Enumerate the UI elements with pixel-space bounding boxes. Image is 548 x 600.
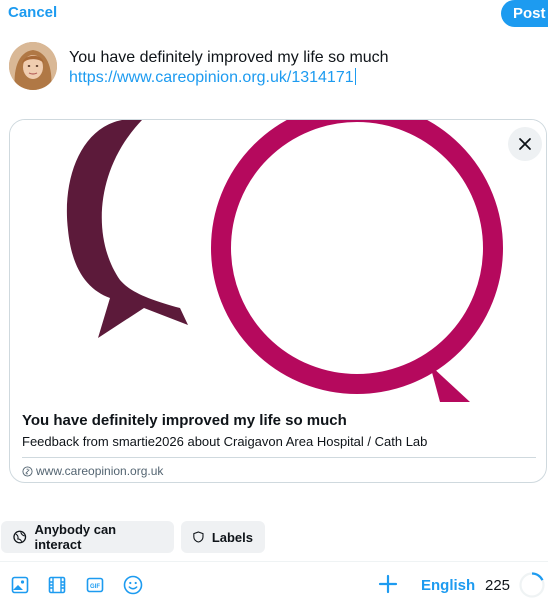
video-icon — [48, 576, 66, 594]
character-count: 225 — [485, 577, 511, 594]
card-domain: www.careopinion.org.uk — [22, 464, 536, 478]
language-selector[interactable]: English — [421, 577, 475, 594]
card-image — [10, 120, 546, 402]
avatar[interactable] — [9, 42, 57, 90]
speech-bubbles-logo — [66, 120, 503, 402]
close-icon — [519, 138, 531, 150]
reply-settings-label: Anybody can interact — [34, 522, 117, 552]
cancel-button[interactable]: Cancel — [8, 4, 57, 21]
compose-link[interactable]: https://www.careopinion.org.uk/1314171 — [69, 69, 354, 86]
emoji-icon — [123, 575, 143, 595]
character-progress-ring — [518, 571, 546, 599]
add-post-button[interactable] — [378, 574, 398, 594]
post-button[interactable]: Post — [501, 0, 548, 27]
remove-card-button[interactable] — [508, 127, 542, 161]
toolbar-divider — [0, 561, 548, 562]
add-image-button[interactable] — [10, 575, 30, 595]
reply-settings-button[interactable]: Anybody can interact — [1, 521, 174, 553]
card-description: Feedback from smartie2026 about Craigavo… — [22, 434, 428, 449]
add-emoji-button[interactable] — [123, 575, 143, 595]
avatar-image — [9, 42, 57, 90]
globe-icon — [13, 530, 27, 544]
card-divider — [22, 457, 536, 458]
plus-icon — [378, 574, 398, 594]
add-gif-button[interactable]: GIF — [85, 575, 105, 595]
link-preview-card[interactable]: You have definitely improved my life so … — [9, 119, 547, 483]
labels-button[interactable]: Labels — [181, 521, 265, 553]
svg-text:GIF: GIF — [90, 584, 100, 590]
gif-icon: GIF — [86, 577, 104, 593]
link-icon — [22, 465, 33, 477]
image-icon — [11, 576, 29, 594]
shield-icon — [193, 531, 204, 543]
text-caret — [354, 68, 356, 85]
card-text: You have definitely improved my life so … — [10, 402, 546, 482]
compose-textarea[interactable]: You have definitely improved my life so … — [69, 48, 529, 88]
card-domain-text: www.careopinion.org.uk — [36, 464, 164, 478]
add-video-button[interactable] — [47, 575, 67, 595]
labels-label: Labels — [211, 529, 253, 545]
card-title: You have definitely improved my life so … — [22, 412, 347, 429]
compose-text: You have definitely improved my life so … — [69, 49, 389, 66]
